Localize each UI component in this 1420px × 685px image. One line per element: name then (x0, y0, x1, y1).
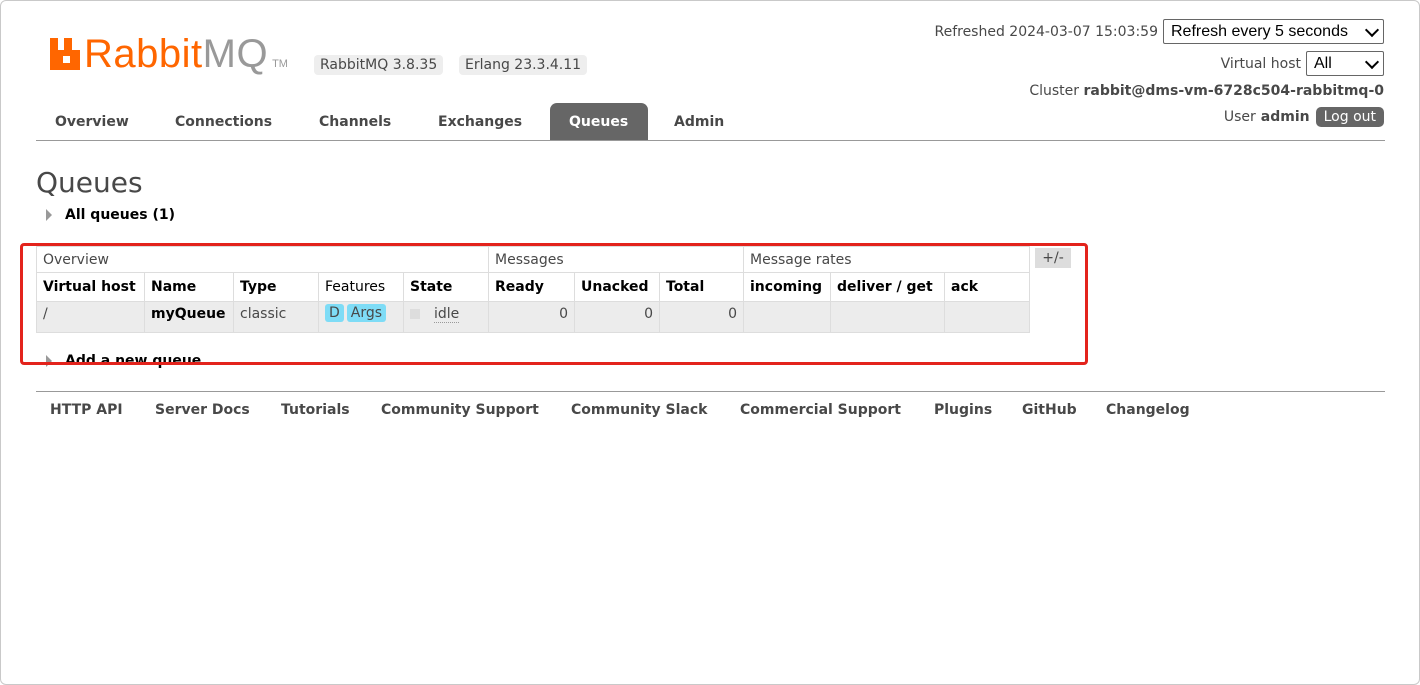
chevron-down-icon (1364, 54, 1380, 69)
logo-wordmark: RabbitMQ (84, 32, 269, 76)
footer-link-github[interactable]: GitHub (1022, 402, 1077, 418)
refresh-row: Refreshed 2024-03-07 15:03:59 Refresh ev… (934, 19, 1384, 44)
footer-link-tutorials[interactable]: Tutorials (281, 402, 350, 418)
tab-admin[interactable]: Admin (655, 103, 743, 140)
refresh-interval-select[interactable]: Refresh every 5 seconds (1163, 19, 1384, 44)
footer-link-changelog[interactable]: Changelog (1106, 402, 1190, 418)
rabbitmq-logo-icon (48, 38, 80, 70)
footer-divider (36, 391, 1385, 392)
vhost-label: Virtual host (1220, 55, 1301, 72)
tab-overview[interactable]: Overview (36, 103, 148, 140)
cluster-label: Cluster (1029, 83, 1080, 99)
page-title: Queues (36, 166, 143, 199)
erlang-version-badge: Erlang 23.3.4.11 (459, 55, 588, 75)
expand-triangle-icon (46, 209, 52, 221)
footer-link-community-slack[interactable]: Community Slack (571, 402, 707, 418)
main-nav: Overview Connections Channels Exchanges … (36, 103, 1385, 141)
cluster-name: rabbit@dms-vm-6728c504-rabbitmq-0 (1083, 83, 1384, 99)
rabbitmq-version-badge: RabbitMQ 3.8.35 (314, 55, 444, 75)
rabbitmq-logo[interactable]: RabbitMQ TM (48, 32, 288, 74)
footer-link-commercial-support[interactable]: Commercial Support (740, 402, 901, 418)
vhost-select[interactable]: All (1306, 51, 1384, 76)
chevron-down-icon (1364, 22, 1380, 37)
tab-channels[interactable]: Channels (300, 103, 410, 140)
all-queues-toggle[interactable]: All queues (1) (46, 207, 175, 223)
logo-trademark: TM (272, 58, 288, 70)
cluster-info: Cluster rabbit@dms-vm-6728c504-rabbitmq-… (1029, 83, 1384, 99)
footer-link-http-api[interactable]: HTTP API (50, 402, 123, 418)
footer-link-community-support[interactable]: Community Support (381, 402, 539, 418)
tab-queues[interactable]: Queues (550, 103, 648, 140)
tab-connections[interactable]: Connections (156, 103, 291, 140)
red-highlight-box (20, 243, 1088, 365)
refreshed-timestamp: Refreshed 2024-03-07 15:03:59 (934, 23, 1158, 40)
vhost-row: Virtual host All (1221, 51, 1384, 76)
footer-link-plugins[interactable]: Plugins (934, 402, 992, 418)
footer-link-server-docs[interactable]: Server Docs (155, 402, 250, 418)
tab-exchanges[interactable]: Exchanges (419, 103, 541, 140)
